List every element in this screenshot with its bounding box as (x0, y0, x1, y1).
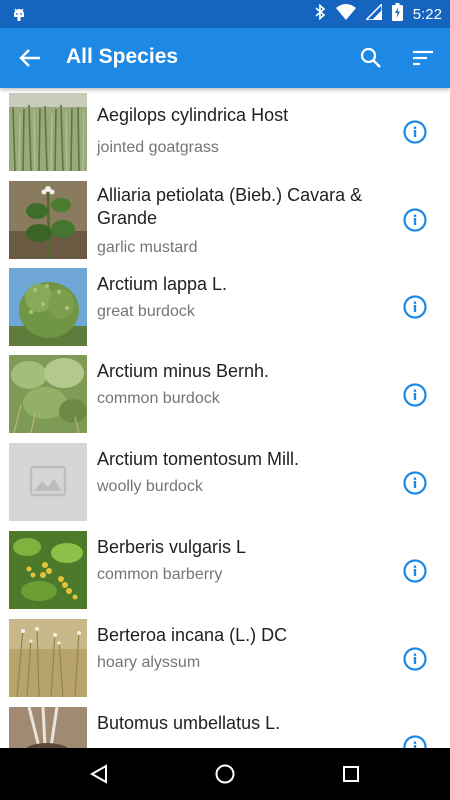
species-scientific-name: Arctium minus Bernh. (97, 361, 270, 381)
info-button[interactable] (402, 382, 428, 408)
species-scientific-name: Aegilops cylindrica Host (97, 105, 289, 125)
list-item[interactable]: Butomus umbellatus L. (0, 702, 450, 748)
wifi-icon (335, 3, 356, 25)
species-scientific-name: Arctium lappa L. (97, 274, 228, 294)
circle-home-icon (215, 764, 235, 784)
list-item[interactable]: Berteroa incana (L.) DC hoary alyssum (0, 614, 450, 702)
nav-back-button[interactable] (86, 761, 112, 787)
species-scientific-name: Berteroa incana (L.) DC (97, 625, 288, 645)
info-icon (403, 208, 427, 232)
species-scientific-name: Butomus umbellatus L. (97, 713, 281, 733)
species-common-name: great burdock (97, 303, 195, 320)
info-button[interactable] (402, 119, 428, 145)
species-scientific-name: Arctium tomentosum Mill. (97, 449, 300, 469)
list-item[interactable]: Aegilops cylindrica Host jointed goatgra… (0, 88, 450, 176)
list-item[interactable]: Arctium minus Bernh. common burdock (0, 350, 450, 438)
back-button[interactable] (14, 44, 46, 72)
species-thumbnail (9, 268, 87, 346)
species-thumbnail (9, 619, 87, 697)
cell-signal-icon (363, 1, 383, 25)
system-nav-bar (0, 748, 450, 800)
info-icon (403, 735, 427, 748)
info-button[interactable] (402, 646, 428, 672)
nav-home-button[interactable] (212, 761, 238, 787)
list-item[interactable]: Arctium tomentosum Mill. woolly burdock (0, 438, 450, 526)
list-item[interactable]: Alliaria petiolata (Bieb.) Cavara & Gran… (0, 176, 450, 264)
image-placeholder (9, 443, 87, 521)
search-icon (360, 47, 381, 68)
info-button[interactable] (402, 558, 428, 584)
info-icon (403, 647, 427, 671)
species-common-name: common burdock (97, 390, 220, 407)
species-common-name: common barberry (97, 566, 223, 583)
species-common-name: woolly burdock (97, 478, 203, 495)
search-button[interactable] (356, 44, 386, 72)
species-scientific-name: Alliaria petiolata (Bieb.) Cavara & Gran… (97, 185, 363, 228)
species-thumbnail (9, 707, 87, 748)
list-item[interactable]: Berberis vulgaris L common barberry (0, 526, 450, 614)
info-button[interactable] (402, 294, 428, 320)
species-common-name: jointed goatgrass (97, 139, 219, 156)
species-scientific-name: Berberis vulgaris L (97, 537, 247, 557)
triangle-back-icon (89, 764, 107, 784)
list-item[interactable]: Arctium lappa L. great burdock (0, 263, 450, 351)
info-button[interactable] (402, 734, 428, 748)
species-thumbnail (9, 531, 87, 609)
info-button[interactable] (402, 470, 428, 496)
species-thumbnail (9, 355, 87, 433)
info-icon (403, 559, 427, 583)
status-time: 5:22 (412, 5, 442, 23)
page-title: All Species (66, 45, 179, 68)
species-thumbnail (9, 93, 87, 171)
battery-icon (391, 2, 403, 26)
info-button[interactable] (402, 207, 428, 233)
species-thumbnail (9, 181, 87, 259)
species-list[interactable]: Aegilops cylindrica Host jointed goatgra… (0, 88, 450, 748)
sort-icon (413, 50, 433, 66)
arrow-back-icon (19, 49, 40, 67)
app-bar: All Species (0, 28, 450, 88)
info-icon (403, 471, 427, 495)
bluetooth-icon (314, 3, 326, 26)
info-icon (403, 120, 427, 144)
info-icon (403, 295, 427, 319)
nav-recents-button[interactable] (338, 761, 364, 787)
android-debug-icon (10, 5, 28, 23)
info-icon (403, 383, 427, 407)
square-recents-icon (343, 766, 359, 782)
sort-button[interactable] (408, 44, 438, 72)
species-common-name: hoary alyssum (97, 654, 201, 671)
species-common-name: garlic mustard (97, 239, 198, 256)
status-bar: 5:22 (0, 0, 450, 28)
